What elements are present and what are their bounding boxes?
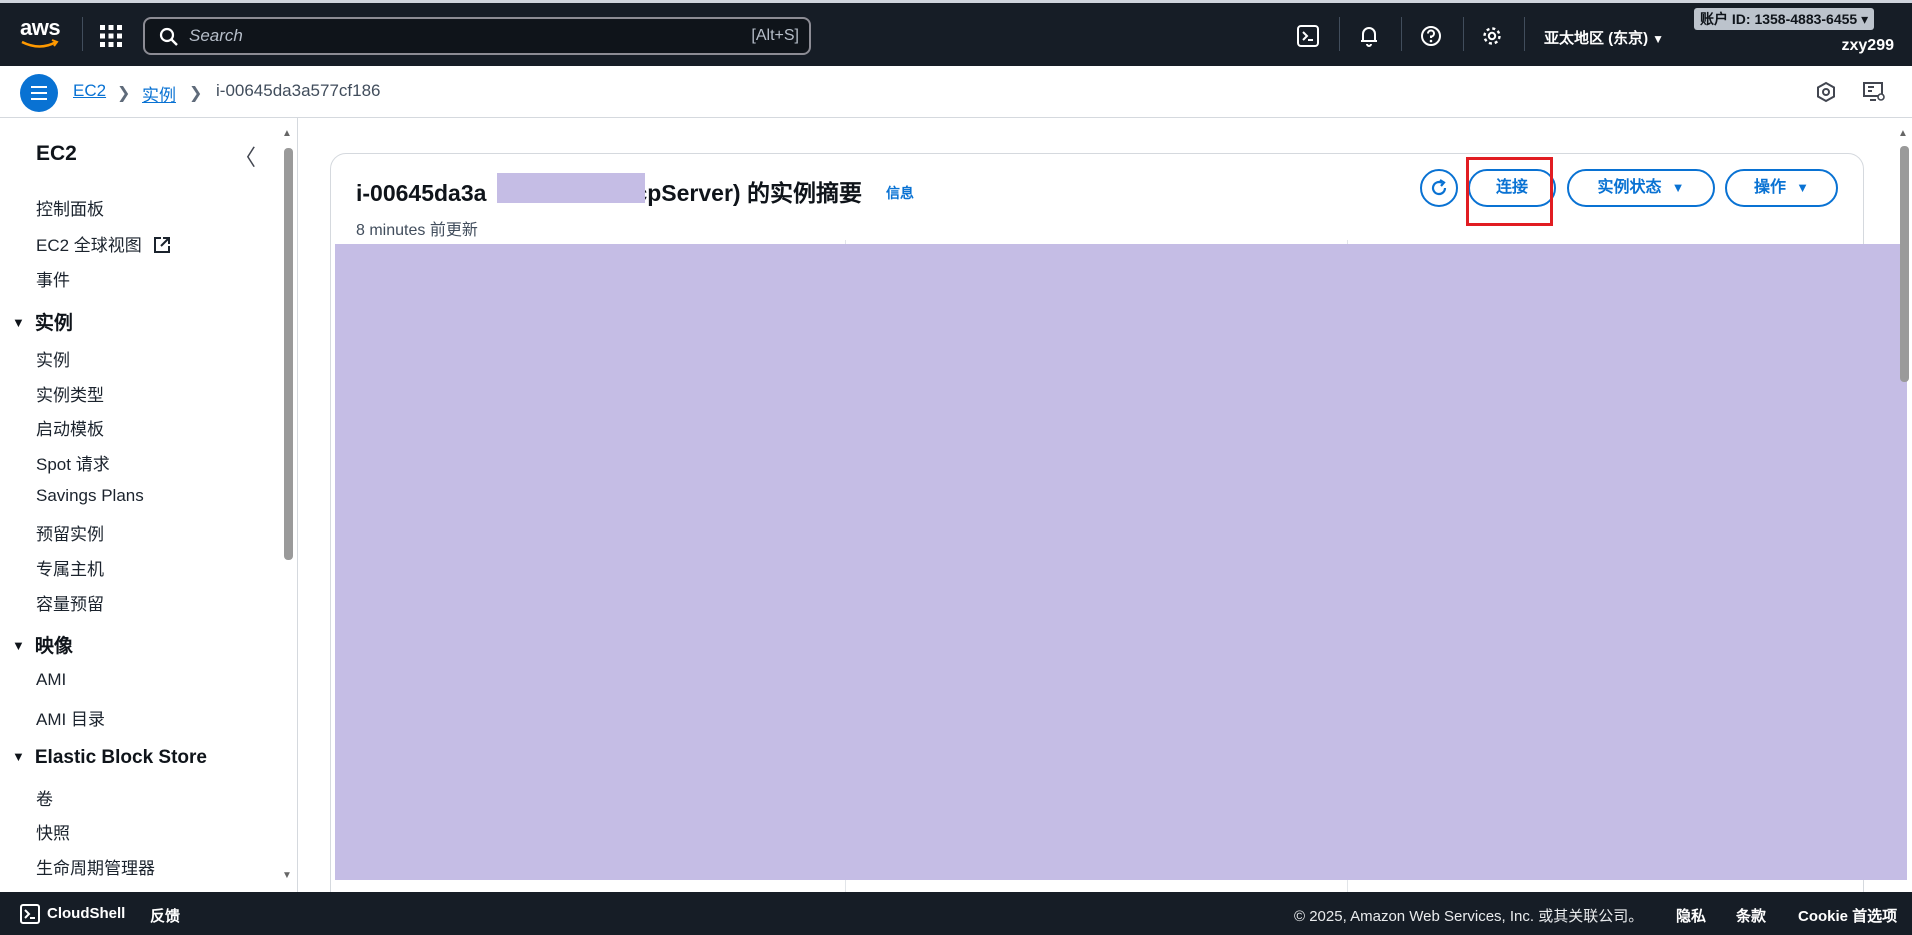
sidebar-item-dashboard[interactable]: 控制面板 bbox=[36, 195, 104, 220]
menu-icon bbox=[31, 86, 47, 88]
actions-dropdown[interactable]: 操作 ▼ bbox=[1725, 169, 1838, 207]
footer: CloudShell 反馈 © 2025, Amazon Web Service… bbox=[0, 892, 1912, 935]
menu-icon-line bbox=[31, 98, 47, 100]
sidebar-item-lifecycle-manager[interactable]: 生命周期管理器 bbox=[36, 854, 155, 879]
aws-logo-text: aws bbox=[20, 15, 61, 40]
search-shortcut-hint: [Alt+S] bbox=[751, 27, 799, 44]
sidebar-item-ami-catalog[interactable]: AMI 目录 bbox=[36, 705, 105, 730]
menu-icon-line bbox=[31, 92, 47, 94]
region-label: 亚太地区 (东京) bbox=[1544, 30, 1649, 47]
sidebar-item-launch-templates[interactable]: 启动模板 bbox=[36, 415, 104, 440]
sidebar-item-label: EC2 全球视图 bbox=[36, 236, 142, 255]
caret-down-icon: ▼ bbox=[12, 315, 25, 330]
sidebar-section-ebs[interactable]: ▼ Elastic Block Store bbox=[12, 747, 207, 769]
cookie-preferences-link[interactable]: Cookie 首选项 bbox=[1798, 905, 1897, 926]
top-navigation: aws [Alt+S] 亚太地区 (东京)▼ 账户 ID: 1358-4883-… bbox=[0, 0, 1912, 66]
refresh-button[interactable] bbox=[1420, 169, 1458, 207]
sidebar-item-reserved-instances[interactable]: 预留实例 bbox=[36, 520, 104, 545]
chevron-right-icon: ❯ bbox=[117, 85, 131, 102]
sidebar-item-savings-plans[interactable]: Savings Plans bbox=[36, 486, 144, 506]
sidebar-title: EC2 bbox=[36, 142, 77, 165]
scroll-up-arrow-icon[interactable]: ▲ bbox=[282, 128, 292, 139]
sidebar-item-volumes[interactable]: 卷 bbox=[36, 785, 53, 810]
aws-logo[interactable]: aws bbox=[20, 17, 62, 51]
caret-down-icon: ▼ bbox=[12, 749, 25, 764]
sidebar: EC2 〈 控制面板 EC2 全球视图 事件 ▼ 实例 实例 实例类型 启动模板 … bbox=[0, 118, 298, 892]
account-id-badge[interactable]: 账户 ID: 1358-4883-6455 ▾ bbox=[1694, 8, 1875, 30]
scroll-up-arrow-icon[interactable]: ▲ bbox=[1898, 128, 1908, 139]
help-icon[interactable] bbox=[1420, 25, 1444, 49]
sidebar-item-dedicated-hosts[interactable]: 专属主机 bbox=[36, 555, 104, 580]
breadcrumb-bar: EC2 ❯ 实例 ❯ i-00645da3a577cf186 bbox=[0, 66, 1912, 118]
main-scrollbar[interactable] bbox=[1900, 146, 1909, 382]
caret-down-icon: ▼ bbox=[1671, 180, 1685, 195]
section-label: 实例 bbox=[34, 313, 73, 334]
info-link[interactable]: 信息 bbox=[886, 183, 914, 203]
sidebar-section-instances[interactable]: ▼ 实例 bbox=[12, 308, 73, 335]
title-prefix: i-00645da3a bbox=[356, 180, 487, 206]
sidebar-item-ami[interactable]: AMI bbox=[36, 670, 66, 690]
search-input[interactable] bbox=[189, 24, 689, 48]
sidebar-item-snapshots[interactable]: 快照 bbox=[36, 819, 70, 844]
region-selector[interactable]: 亚太地区 (东京) ▼ bbox=[1544, 27, 1664, 48]
privacy-link[interactable]: 隐私 bbox=[1676, 905, 1706, 926]
feedback-link[interactable]: 反馈 bbox=[150, 905, 180, 926]
section-label: Elastic Block Store bbox=[34, 747, 207, 768]
cloudshell-link[interactable]: CloudShell bbox=[47, 905, 125, 922]
bell-icon[interactable] bbox=[1358, 25, 1382, 49]
section-label: 映像 bbox=[34, 636, 73, 657]
sidebar-item-instances[interactable]: 实例 bbox=[36, 346, 70, 371]
sidebar-item-global-view[interactable]: EC2 全球视图 bbox=[36, 231, 171, 256]
copyright-text: © 2025, Amazon Web Services, Inc. 或其关联公司… bbox=[1294, 908, 1644, 925]
dropdown-label: 操作 bbox=[1754, 179, 1787, 196]
terms-link[interactable]: 条款 bbox=[1736, 905, 1766, 926]
search-box[interactable]: [Alt+S] bbox=[143, 17, 811, 55]
display-settings-icon[interactable] bbox=[1862, 81, 1886, 105]
chevron-right-icon: ❯ bbox=[189, 85, 203, 102]
nav-divider bbox=[1339, 17, 1340, 51]
nav-divider bbox=[1401, 17, 1402, 51]
collapse-sidebar-icon[interactable]: 〈 bbox=[234, 140, 256, 172]
instance-state-dropdown[interactable]: 实例状态 ▼ bbox=[1567, 169, 1715, 207]
breadcrumb-ec2[interactable]: EC2 bbox=[73, 81, 106, 101]
refresh-icon bbox=[1431, 179, 1447, 196]
breadcrumb-instances[interactable]: 实例 bbox=[142, 81, 176, 106]
highlight-box bbox=[1466, 157, 1553, 226]
caret-down-icon: ▼ bbox=[1652, 32, 1665, 46]
sidebar-section-images[interactable]: ▼ 映像 bbox=[12, 631, 73, 658]
redaction-block bbox=[497, 173, 645, 203]
gear-icon[interactable] bbox=[1481, 25, 1505, 49]
last-updated-text: 8 minutes 前更新 bbox=[356, 222, 478, 239]
sidebar-item-instance-types[interactable]: 实例类型 bbox=[36, 381, 104, 406]
external-link-icon bbox=[153, 237, 170, 253]
cloudshell-icon bbox=[20, 904, 40, 924]
redaction-block bbox=[335, 244, 1907, 880]
title-suffix: cpServer) 的实例摘要 bbox=[634, 180, 862, 206]
username[interactable]: zxy299 bbox=[1842, 37, 1895, 55]
services-grid-icon[interactable] bbox=[100, 25, 122, 47]
search-icon bbox=[159, 27, 179, 52]
sidebar-item-spot-requests[interactable]: Spot 请求 bbox=[36, 450, 110, 475]
hexagon-settings-icon[interactable] bbox=[1815, 81, 1839, 105]
sidebar-item-events[interactable]: 事件 bbox=[36, 266, 70, 291]
dropdown-label: 实例状态 bbox=[1597, 179, 1662, 196]
caret-down-icon: ▼ bbox=[1796, 180, 1809, 195]
sidebar-item-capacity-reservations[interactable]: 容量预留 bbox=[36, 590, 104, 615]
nav-divider bbox=[82, 17, 83, 51]
caret-down-icon: ▼ bbox=[12, 638, 25, 653]
cloudshell-icon[interactable] bbox=[1297, 25, 1321, 49]
nav-divider bbox=[1524, 17, 1525, 51]
menu-toggle-button[interactable] bbox=[20, 74, 58, 112]
sidebar-scrollbar[interactable] bbox=[284, 148, 293, 560]
scroll-down-arrow-icon[interactable]: ▼ bbox=[282, 870, 292, 881]
breadcrumb-current: i-00645da3a577cf186 bbox=[216, 81, 381, 100]
nav-divider bbox=[1463, 17, 1464, 51]
